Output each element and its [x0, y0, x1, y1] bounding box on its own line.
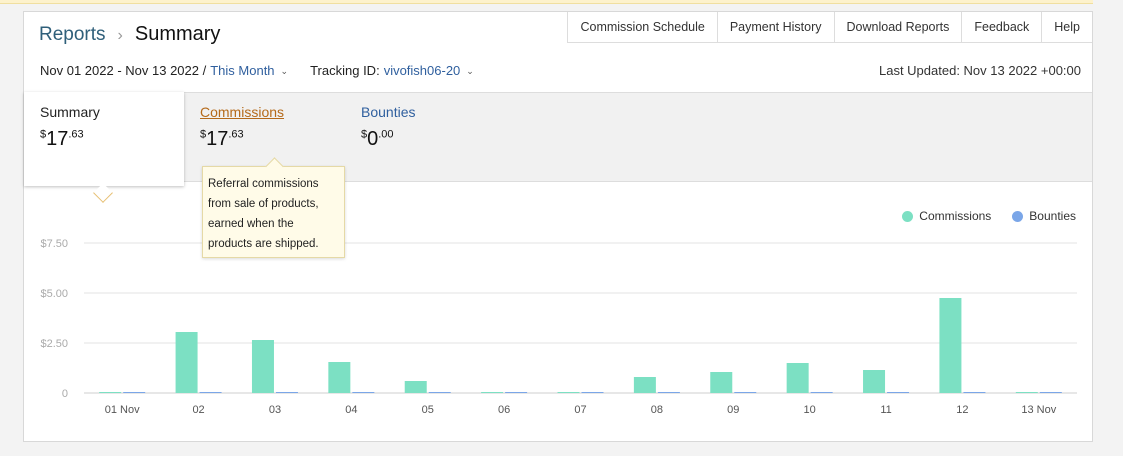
bounties-bar	[810, 392, 833, 393]
bounties-bar	[963, 392, 986, 393]
x-tick-label: 06	[498, 404, 510, 416]
x-tick-label: 08	[651, 404, 663, 416]
tooltip-line: earned when the	[208, 218, 294, 230]
earnings-chart: 0 $2.50 $5.00 $7.50 01 Nov 02 03 04 05 06 07 08 09 10…	[40, 238, 1077, 416]
commissions-bar	[1015, 392, 1038, 393]
commissions-bar	[786, 363, 809, 393]
y-tick-label: 0	[62, 388, 68, 400]
notification-strip	[0, 0, 1093, 4]
bounties-bar	[275, 392, 298, 393]
bounties-bar	[199, 392, 222, 393]
report-card: Reports › Summary Commission Schedule Pa…	[23, 11, 1093, 442]
x-tick-label: 02	[192, 404, 204, 416]
x-tick-label: 04	[345, 404, 357, 416]
bounties-bar	[657, 392, 680, 393]
y-tick-label: $5.00	[40, 288, 68, 300]
bounties-bar	[1039, 392, 1062, 393]
commissions-bar	[863, 370, 886, 393]
tooltip-line: from sale of products,	[208, 198, 319, 210]
commissions-bar	[633, 377, 656, 393]
x-tick-label: 07	[574, 404, 586, 416]
bounties-bar	[581, 392, 604, 393]
bounties-bar	[505, 392, 528, 393]
y-tick-label: $2.50	[40, 338, 68, 350]
bounties-bar	[352, 392, 375, 393]
tooltip-line: Referral commissions	[208, 178, 319, 190]
y-tick-label: $7.50	[40, 238, 68, 250]
commissions-tooltip: Referral commissions from sale of produc…	[202, 166, 345, 258]
commissions-bar	[710, 372, 733, 393]
bounties-bar	[887, 392, 910, 393]
bounties-bar	[734, 392, 757, 393]
bounties-bar	[428, 392, 451, 393]
commissions-bar	[99, 392, 122, 393]
x-tick-label: 01 Nov	[105, 404, 140, 416]
commissions-bar	[481, 392, 504, 393]
commissions-bar	[175, 332, 198, 393]
commissions-bar	[404, 381, 427, 393]
x-tick-label: 11	[880, 404, 891, 416]
x-tick-label: 09	[727, 404, 739, 416]
commissions-bar	[251, 340, 274, 393]
commissions-bar	[939, 298, 962, 393]
commissions-bar	[557, 392, 580, 393]
x-tick-label: 13 Nov	[1021, 404, 1056, 416]
x-tick-label: 03	[269, 404, 281, 416]
x-tick-label: 05	[422, 404, 434, 416]
commissions-bar	[328, 362, 351, 393]
x-tick-label: 12	[956, 404, 968, 416]
bounties-bar	[123, 392, 146, 393]
x-tick-label: 10	[804, 404, 816, 416]
tooltip-line: products are shipped.	[208, 238, 319, 250]
